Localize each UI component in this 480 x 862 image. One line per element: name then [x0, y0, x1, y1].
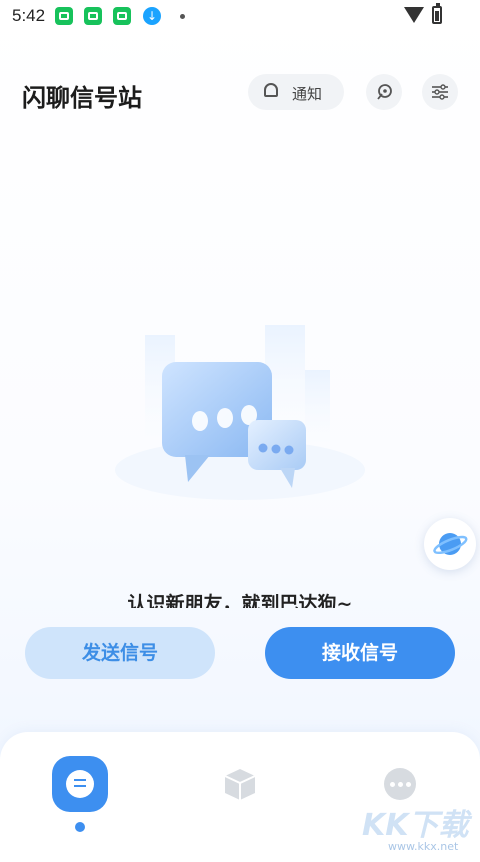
watermark-logo: KK下载 [362, 808, 469, 843]
planet-float-button[interactable] [424, 518, 476, 570]
battery-icon [432, 3, 442, 24]
download-icon: ↓ [143, 7, 161, 25]
wifi-icon [404, 7, 424, 23]
app-notification-icon [113, 7, 131, 25]
box-icon [224, 769, 256, 800]
tab-messages[interactable] [52, 756, 108, 812]
app-notification-icon [55, 7, 73, 25]
watermark-url: www.kkx.net [388, 840, 459, 853]
filter-settings-button[interactable] [422, 74, 458, 110]
more-notifications-dot [180, 14, 185, 19]
chat-bubbles-illustration [115, 325, 365, 500]
status-time: 5:42 [12, 6, 46, 25]
planet-icon [433, 533, 468, 555]
bell-icon [264, 83, 278, 97]
mood-button[interactable] [366, 74, 402, 110]
chat-icon [66, 770, 94, 798]
receive-signal-button[interactable]: 接收信号 [265, 627, 455, 679]
send-signal-button[interactable]: 发送信号 [25, 627, 215, 679]
notification-label: 通知 [292, 85, 323, 103]
page-title: 闪聊信号站 [22, 84, 142, 112]
notification-button[interactable]: 通知 [248, 74, 344, 110]
slogan-text: 认识新朋友，就到巴达狗~ [127, 593, 353, 608]
tab-box[interactable] [212, 756, 268, 812]
status-bar: 5:42 ↓ [0, 0, 480, 34]
active-tab-indicator [75, 822, 85, 832]
app-notification-icon [84, 7, 102, 25]
sliders-icon [432, 84, 448, 100]
leaf-icon [377, 84, 392, 100]
more-icon [384, 768, 416, 800]
